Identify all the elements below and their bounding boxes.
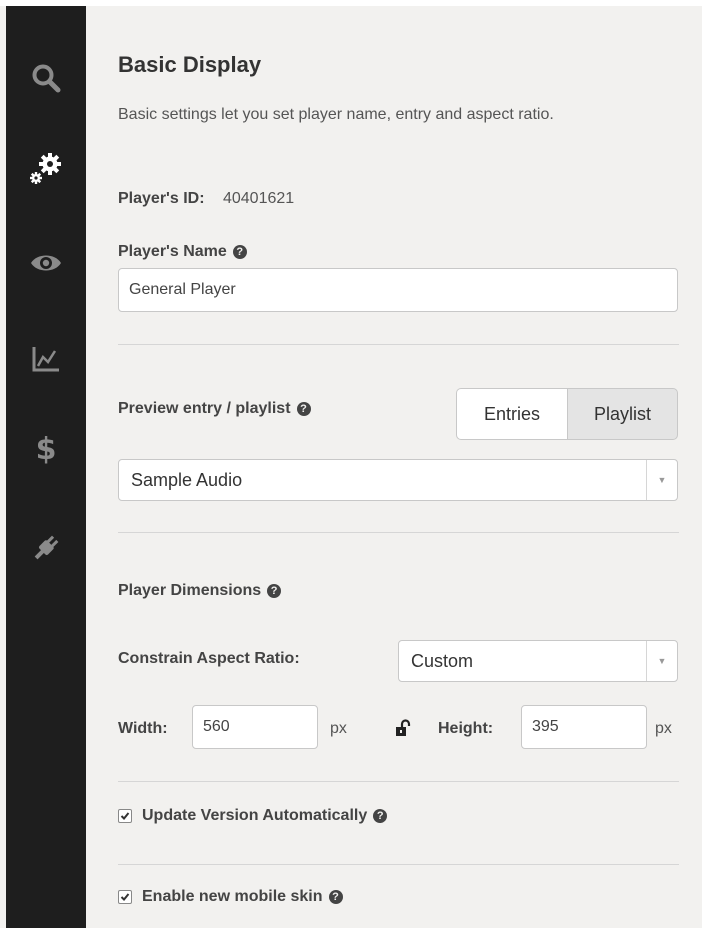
width-unit: px xyxy=(330,720,347,737)
eye-icon xyxy=(31,255,61,271)
entries-playlist-toggle: Entries Playlist xyxy=(456,388,678,440)
sidebar-item-preview[interactable] xyxy=(6,233,86,293)
gears-icon xyxy=(30,153,61,184)
sidebar-item-analytics[interactable] xyxy=(6,329,86,389)
aspect-ratio-select[interactable]: Custom ▼ xyxy=(398,640,678,682)
player-id-value: 40401621 xyxy=(222,190,295,207)
help-icon[interactable]: ? xyxy=(328,890,343,904)
top-border xyxy=(0,0,702,6)
mobile-skin-checkbox[interactable] xyxy=(118,890,132,904)
help-icon[interactable]: ? xyxy=(296,402,311,416)
height-input[interactable] xyxy=(521,705,647,749)
checkmark-icon xyxy=(120,812,130,820)
constrain-aspect-ratio-label: Constrain Aspect Ratio: xyxy=(118,650,300,667)
sidebar-item-plugins[interactable] xyxy=(6,518,86,578)
aspect-ratio-select-value: Custom xyxy=(411,650,474,671)
player-id-label: Player's ID: xyxy=(118,190,205,207)
page-title: Basic Display xyxy=(118,52,262,77)
update-version-checkbox[interactable] xyxy=(118,809,132,823)
mobile-skin-label[interactable]: Enable new mobile skin xyxy=(142,888,323,906)
divider xyxy=(118,864,679,865)
help-icon[interactable]: ? xyxy=(267,584,282,598)
player-id-row: Player's ID: 40401621 xyxy=(118,190,294,208)
checkmark-icon xyxy=(120,893,130,901)
playlist-button[interactable]: Playlist xyxy=(567,388,678,440)
dimensions-label-row: Player Dimensions? xyxy=(118,582,282,600)
chart-icon xyxy=(32,347,59,372)
player-name-input[interactable] xyxy=(118,268,678,312)
dropdown-arrow-icon: ▼ xyxy=(646,641,677,681)
mobile-skin-row: Enable new mobile skin? xyxy=(118,888,343,906)
dimensions-label: Player Dimensions xyxy=(118,582,262,599)
divider xyxy=(118,532,679,533)
search-icon xyxy=(32,64,61,93)
player-name-label-row: Player's Name? xyxy=(118,243,247,261)
update-version-row: Update Version Automatically? xyxy=(118,807,388,825)
help-icon[interactable]: ? xyxy=(373,809,388,823)
panel-description: Basic settings let you set player name, … xyxy=(118,106,554,123)
width-input[interactable] xyxy=(192,705,318,749)
divider xyxy=(118,781,679,782)
entries-button[interactable]: Entries xyxy=(456,388,567,440)
sidebar-item-settings[interactable] xyxy=(6,138,86,198)
sidebar: $ xyxy=(6,6,86,928)
help-icon[interactable]: ? xyxy=(232,245,247,259)
divider xyxy=(118,344,679,345)
sidebar-item-monetization[interactable]: $ xyxy=(6,419,86,479)
preview-entry-select-value: Sample Audio xyxy=(131,469,243,490)
plug-icon xyxy=(34,535,59,560)
aspect-lock-button[interactable] xyxy=(395,719,411,742)
height-unit: px xyxy=(655,720,672,737)
player-name-label: Player's Name xyxy=(118,243,227,260)
dropdown-arrow-icon: ▼ xyxy=(646,460,677,500)
preview-label: Preview entry / playlist xyxy=(118,400,291,417)
preview-entry-select[interactable]: Sample Audio ▼ xyxy=(118,459,678,501)
sidebar-item-search[interactable] xyxy=(6,48,86,108)
width-label: Width: xyxy=(118,720,168,737)
unlock-icon xyxy=(396,719,411,736)
update-version-label[interactable]: Update Version Automatically xyxy=(142,807,367,825)
preview-label-row: Preview entry / playlist? xyxy=(118,400,311,418)
dollar-icon: $ xyxy=(35,431,57,467)
height-label: Height: xyxy=(438,720,494,737)
